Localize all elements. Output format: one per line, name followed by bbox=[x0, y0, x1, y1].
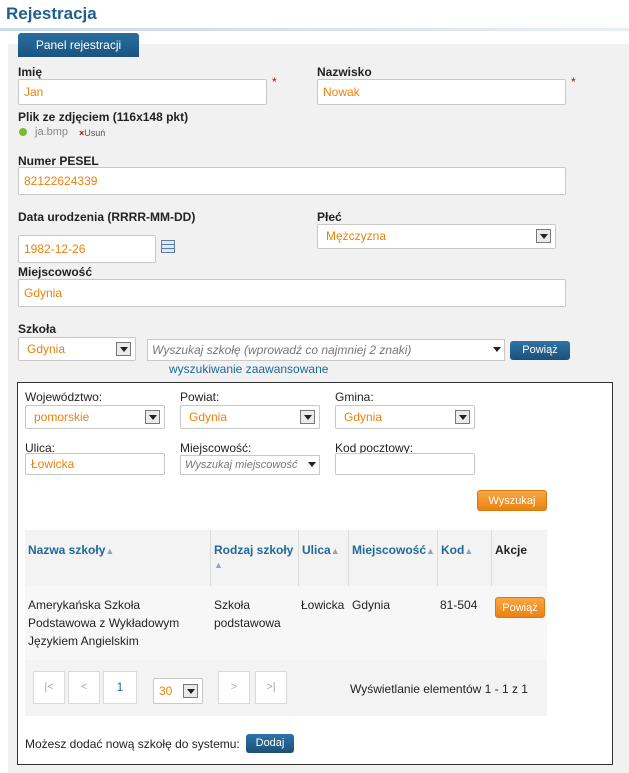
school-type-cell: Szkoła podstawowa bbox=[214, 596, 298, 632]
pager-info: Wyświetlanie elementów 1 - 1 z 1 bbox=[350, 682, 528, 696]
green-dot-icon bbox=[19, 128, 27, 136]
header-label: Rodzaj szkoły bbox=[214, 543, 294, 557]
voivodeship-select[interactable]: pomorskie bbox=[25, 405, 165, 429]
pager-last-button[interactable]: >| bbox=[255, 671, 287, 704]
school-search-placeholder: Wyszukaj szkołę (wprowadź co najmniej 2 … bbox=[152, 343, 412, 357]
pager-prev-button[interactable]: < bbox=[68, 671, 100, 704]
column-header-school-type[interactable]: Rodzaj szkoły ▲ bbox=[211, 530, 299, 586]
school-name-cell: Amerykańska Szkoła Podstawowa z Wykładow… bbox=[28, 596, 208, 650]
pager-current-page[interactable]: 1 bbox=[103, 671, 137, 704]
sort-up-icon: ▲ bbox=[330, 546, 340, 556]
pesel-label: Numer PESEL bbox=[18, 154, 99, 168]
page-title: Rejestracja bbox=[6, 4, 97, 23]
column-header-street[interactable]: Ulica▲ bbox=[299, 530, 349, 586]
city-input[interactable]: Gdynia bbox=[18, 279, 566, 307]
pesel-input[interactable]: 82122624339 bbox=[18, 167, 566, 195]
postal-code-cell: 81-504 bbox=[440, 598, 478, 612]
photo-label: Plik ze zdjęciem (116x148 pkt) bbox=[18, 110, 189, 124]
birth-date-input[interactable]: 1982-12-26 bbox=[18, 235, 156, 263]
commune-select[interactable]: Gdynia bbox=[335, 405, 475, 429]
school-type-line: Szkoła bbox=[214, 598, 251, 612]
chevron-down-icon bbox=[308, 462, 316, 467]
chevron-down-icon bbox=[300, 410, 315, 424]
chevron-down-icon bbox=[145, 410, 160, 424]
column-header-city[interactable]: Miejscowość▲ bbox=[349, 530, 438, 586]
required-marker: * bbox=[571, 75, 576, 89]
chevron-down-icon bbox=[455, 410, 470, 424]
school-name-line: Amerykańska Szkoła bbox=[28, 598, 141, 612]
last-name-input[interactable]: Nowak bbox=[317, 79, 566, 105]
header-label: Miejscowość bbox=[352, 543, 427, 557]
remove-photo-label: Usuń bbox=[84, 128, 106, 138]
column-header-code[interactable]: Kod▲ bbox=[438, 530, 492, 586]
sort-up-icon: ▲ bbox=[105, 546, 115, 556]
commune-value: Gdynia bbox=[344, 410, 383, 424]
link-school-row-button[interactable]: Powiąż bbox=[495, 597, 545, 618]
required-marker: * bbox=[272, 75, 277, 89]
chevron-down-icon bbox=[183, 684, 198, 698]
chevron-down-icon bbox=[493, 347, 501, 352]
chevron-down-icon bbox=[536, 229, 551, 243]
city-label: Miejscowość bbox=[18, 265, 93, 279]
remove-photo-button[interactable]: ×Usuń bbox=[79, 128, 105, 138]
gender-select[interactable]: Mężczyzna bbox=[317, 224, 556, 249]
school-search-input[interactable]: Wyszukaj szkołę (wprowadź co najmniej 2 … bbox=[147, 339, 505, 361]
sort-up-icon: ▲ bbox=[464, 546, 474, 556]
add-school-text: Możesz dodać nową szkołę do systemu: bbox=[25, 737, 240, 751]
column-header-actions: Akcje bbox=[492, 530, 547, 586]
postal-code-input[interactable] bbox=[335, 453, 475, 475]
advanced-search-link[interactable]: wyszukiwanie zaawansowane bbox=[169, 362, 328, 376]
county-select[interactable]: Gdynia bbox=[180, 405, 320, 429]
commune-label: Gmina: bbox=[335, 390, 374, 404]
voivodeship-label: Województwo: bbox=[25, 390, 103, 404]
school-label: Szkoła bbox=[18, 322, 57, 336]
search-button[interactable]: Wyszukaj bbox=[477, 490, 547, 511]
county-value: Gdynia bbox=[189, 410, 228, 424]
voivodeship-value: pomorskie bbox=[34, 410, 90, 424]
header-label: Kod bbox=[441, 543, 465, 557]
locality-label: Miejscowość: bbox=[180, 441, 252, 455]
last-name-label: Nazwisko bbox=[317, 65, 372, 79]
title-divider bbox=[0, 28, 629, 31]
column-header-school-name[interactable]: Nazwa szkoły▲ bbox=[25, 530, 211, 586]
link-school-button[interactable]: Powiąż bbox=[510, 341, 570, 360]
locality-search-input[interactable]: Wyszukaj miejscowość bbox=[180, 455, 320, 475]
page-size-select[interactable]: 30 bbox=[153, 678, 203, 704]
page-size-value: 30 bbox=[159, 684, 173, 698]
sort-up-icon: ▲ bbox=[214, 560, 223, 570]
city-cell: Gdynia bbox=[352, 598, 391, 612]
first-name-label: Imię bbox=[18, 65, 43, 79]
first-name-input[interactable]: Jan bbox=[18, 79, 267, 105]
birth-date-label: Data urodzenia (RRRR-MM-DD) bbox=[18, 210, 196, 224]
pager-next-button[interactable]: > bbox=[218, 671, 250, 704]
school-city-select[interactable]: Gdynia bbox=[18, 337, 136, 361]
photo-file-name: ja.bmp bbox=[35, 126, 69, 138]
school-city-value: Gdynia bbox=[27, 342, 66, 356]
school-type-line: podstawowa bbox=[214, 616, 281, 630]
gender-label: Płeć bbox=[317, 210, 342, 224]
add-school-button[interactable]: Dodaj bbox=[246, 734, 294, 753]
pager-first-button[interactable]: |< bbox=[33, 671, 65, 704]
calendar-icon[interactable] bbox=[161, 240, 175, 253]
locality-placeholder: Wyszukaj miejscowość bbox=[185, 459, 298, 471]
gender-value: Mężczyzna bbox=[326, 229, 387, 243]
street-input[interactable]: Łowicka bbox=[25, 453, 165, 475]
header-label: Nazwa szkoły bbox=[28, 543, 106, 557]
sort-up-icon: ▲ bbox=[426, 546, 435, 556]
chevron-down-icon bbox=[116, 342, 131, 356]
tab-registration-panel[interactable]: Panel rejestracji bbox=[18, 33, 139, 57]
school-name-line: Językiem Angielskim bbox=[28, 634, 139, 648]
school-name-line: Podstawowa z Wykładowym bbox=[28, 616, 180, 630]
county-label: Powiat: bbox=[180, 390, 220, 404]
header-label: Ulica bbox=[302, 543, 331, 557]
street-cell: Łowicka bbox=[301, 598, 345, 612]
